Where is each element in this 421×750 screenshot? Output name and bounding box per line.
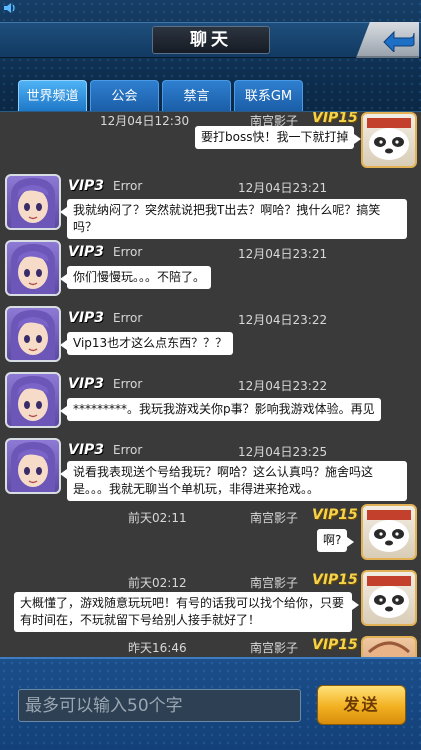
message-time: 前天02:12 (128, 576, 187, 590)
message-item: 昨天16:46 南宫影子 VIP15 (0, 634, 421, 657)
back-arrow-icon (383, 30, 415, 52)
message-bubble: Vip13也才这么点东西？？？ (59, 332, 234, 355)
avatar[interactable] (5, 372, 61, 428)
vip-badge: VIP3 (68, 244, 105, 260)
message-item: VIP3 Error 12月04日23:21 你们慢慢玩。。。不陪了。 (0, 240, 421, 302)
message-item: 12月04日12:30 南宫影子 VIP15 要打boss快！我一下就打掉 (0, 112, 421, 168)
chat-input[interactable] (18, 689, 301, 722)
tab-mute[interactable]: 禁言 (162, 80, 231, 111)
message-bubble: 要打boss快！我一下就打掉 (195, 126, 362, 149)
anime-girl-avatar-icon (11, 376, 55, 426)
tab-contact-gm[interactable]: 联系GM (234, 80, 303, 111)
vip-badge: VIP3 (68, 310, 105, 326)
message-item: VIP3 Error 12月04日23:25 说看我表现送个号给我玩？啊哈？这么… (0, 438, 421, 506)
volume-icon (4, 3, 18, 15)
message-item: VIP3 Error 12月04日23:22 *********。我玩我游戏关你… (0, 372, 421, 434)
vip-badge: VIP15 (312, 637, 358, 653)
send-button[interactable]: 发送 (317, 685, 406, 725)
avatar[interactable] (5, 240, 61, 296)
avatar[interactable] (361, 570, 417, 626)
message-bubble: 啊? (317, 529, 355, 552)
channel-tabs: 世界频道 公会 禁言 联系GM (18, 80, 303, 111)
page-title: 聊天 (152, 26, 270, 54)
panda-avatar-icon (367, 576, 411, 618)
sender-name: 南宫影子 (250, 641, 299, 655)
anime-girl-avatar-icon (11, 442, 55, 492)
character-avatar-icon (367, 641, 411, 657)
anime-girl-avatar-icon (11, 178, 55, 228)
message-time: 12月04日23:21 (238, 247, 328, 261)
anime-girl-avatar-icon (11, 310, 55, 360)
message-bubble: 你们慢慢玩。。。不陪了。 (59, 266, 212, 289)
panda-avatar-icon (367, 510, 411, 552)
avatar[interactable] (361, 636, 417, 657)
sender-name: Error (113, 311, 143, 325)
message-time: 前天02:11 (128, 511, 187, 525)
vip-badge: VIP15 (312, 112, 358, 126)
avatar[interactable] (5, 438, 61, 494)
tab-guild[interactable]: 公会 (90, 80, 159, 111)
sender-name: Error (113, 443, 143, 457)
message-time: 12月04日23:22 (238, 379, 328, 393)
vip-badge: VIP15 (312, 507, 358, 523)
message-bubble: *********。我玩我游戏关你p事？影响我游戏体验。再见 (60, 398, 381, 421)
chat-message-list[interactable]: 12月04日12:30 南宫影子 VIP15 要打boss快！我一下就打掉 VI… (0, 112, 421, 657)
message-item: VIP3 Error 12月04日23:21 我就纳闷了？突然就说把我T出去？啊… (0, 174, 421, 240)
sender-name: Error (113, 377, 143, 391)
vip-badge: VIP15 (312, 572, 358, 588)
sender-name: 南宫影子 (250, 511, 299, 525)
message-time: 12月04日23:21 (238, 181, 328, 195)
anime-girl-avatar-icon (11, 244, 55, 294)
panda-avatar-icon (367, 118, 411, 160)
message-item: 前天02:11 南宫影子 VIP15 啊? (0, 504, 421, 570)
message-time: 12月04日23:25 (238, 445, 328, 459)
avatar[interactable] (5, 174, 61, 230)
message-item: VIP3 Error 12月04日23:22 Vip13也才这么点东西？？？ (0, 306, 421, 368)
message-time: 12月04日23:22 (238, 313, 328, 327)
vip-badge: VIP3 (68, 178, 105, 194)
message-time: 昨天16:46 (128, 641, 187, 655)
message-bubble: 说看我表现送个号给我玩？啊哈？这么认真吗？施舍吗这是。。。我就无聊当个单机玩，非… (60, 461, 407, 501)
avatar[interactable] (5, 306, 61, 362)
sender-name: 南宫影子 (250, 576, 299, 590)
vip-badge: VIP3 (68, 376, 105, 392)
message-time: 12月04日12:30 (100, 114, 190, 128)
avatar[interactable] (361, 112, 417, 168)
vip-badge: VIP3 (68, 442, 105, 458)
sender-name: Error (113, 245, 143, 259)
message-bubble: 我就纳闷了？突然就说把我T出去？啊哈？拽什么呢？搞笑吗？ (60, 199, 407, 239)
tab-world-channel[interactable]: 世界频道 (18, 80, 87, 111)
chat-header: 聊天 世界频道 公会 禁言 联系GM (0, 0, 421, 112)
sender-name: Error (113, 179, 143, 193)
message-input-bar: 发送 (0, 657, 421, 750)
message-item: 前天02:12 南宫影子 VIP15 大概懂了，游戏随意玩玩吧！有号的话我可以找… (0, 570, 421, 636)
avatar[interactable] (361, 504, 417, 560)
message-bubble: 大概懂了，游戏随意玩玩吧！有号的话我可以找个给你，只要有时间在，不玩就留下号给别… (14, 592, 359, 632)
